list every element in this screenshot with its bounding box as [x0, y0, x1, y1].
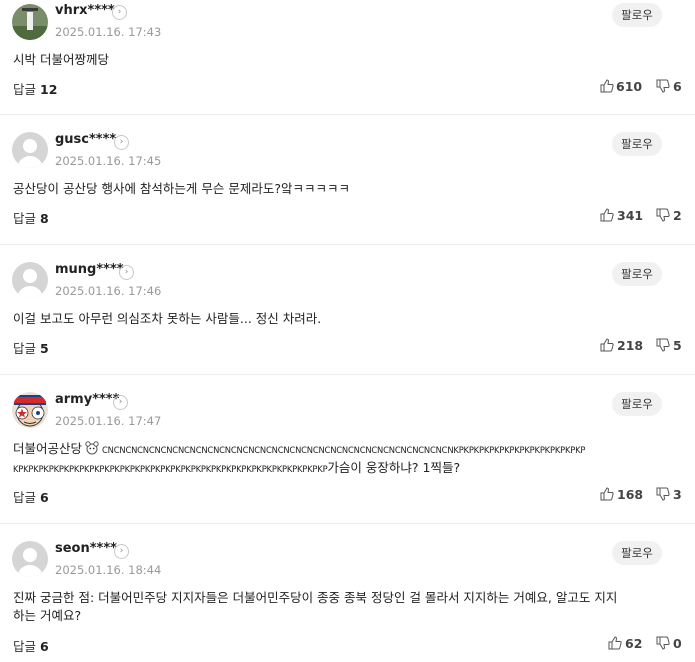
chevron-right-icon[interactable]: › — [112, 5, 127, 20]
dislike-count: 0 — [673, 636, 682, 651]
like-count: 610 — [616, 79, 643, 94]
comment-date: 2025.01.16. 17:45 — [55, 154, 162, 168]
chevron-right-icon[interactable]: › — [113, 395, 128, 410]
comment-text-part: KPKPKPKPKPKPKPKPKPKPKPKPKPKPKPKPKPKPKPKP… — [13, 464, 328, 474]
reply-button[interactable]: 답글 5 — [13, 338, 49, 357]
comment-text-line: 진짜 궁금한 점: 더불어민주당 지지자들은 더불어민주당이 종중 종북 정당인… — [13, 590, 618, 605]
comment-item: vhrx**** › 2025.01.16. 17:43 팔로우 시박 더불어짱… — [0, 0, 695, 115]
like-count: 341 — [617, 208, 644, 223]
reply-label: 답글 — [13, 490, 37, 505]
reply-label: 답글 — [13, 341, 37, 356]
avatar[interactable] — [12, 392, 48, 428]
nickname[interactable]: seon**** — [55, 541, 117, 556]
nickname[interactable]: mung**** — [55, 262, 124, 277]
reply-label: 답글 — [13, 82, 37, 97]
like-count: 62 — [625, 636, 643, 651]
creature-emoji-icon — [85, 441, 99, 455]
avatar[interactable] — [12, 4, 48, 40]
avatar[interactable] — [12, 262, 48, 298]
reply-count: 5 — [40, 341, 49, 356]
nickname[interactable]: gusc**** — [55, 132, 116, 147]
reply-button[interactable]: 답글 6 — [13, 487, 49, 506]
thumbs-up-icon — [600, 338, 614, 352]
like-count: 168 — [617, 487, 644, 502]
follow-button[interactable]: 팔로우 — [612, 132, 662, 156]
thumbs-up-icon — [600, 208, 614, 222]
reply-count: 12 — [40, 82, 58, 97]
comment-text: 이걸 보고도 아무런 의심조차 못하는 사람들... 정신 차려라. — [13, 311, 322, 326]
chevron-right-icon[interactable]: › — [119, 265, 134, 280]
comment-text-part: 더불어공산당 — [13, 441, 83, 456]
comment-item: army**** › 2025.01.16. 17:47 팔로우 더불어공산당 C… — [0, 374, 695, 524]
nickname[interactable]: army**** — [55, 392, 119, 407]
comment-text: 시박 더불어짱께당 — [13, 52, 109, 67]
comment-text: 진짜 궁금한 점: 더불어민주당 지지자들은 더불어민주당이 종중 종북 정당인… — [13, 589, 617, 625]
thumbs-up-icon — [600, 487, 614, 501]
comment-text: 공산당이 공산당 행사에 참석하는게 무슨 문제라도?앜ㅋㅋㅋㅋㅋ — [13, 181, 351, 196]
thumbs-up-icon — [600, 79, 614, 93]
avatar-flag-icon — [12, 392, 48, 428]
comment-text-line: 하는 거예요? — [13, 608, 82, 623]
thumbs-down-icon — [656, 208, 670, 222]
dislike-count: 3 — [673, 487, 682, 502]
reply-button[interactable]: 답글 12 — [13, 79, 57, 98]
reply-count: 6 — [40, 490, 49, 505]
nickname[interactable]: vhrx**** — [55, 3, 115, 18]
avatar[interactable] — [12, 541, 48, 577]
comment-item: gusc**** › 2025.01.16. 17:45 팔로우 공산당이 공산… — [0, 114, 695, 245]
reply-count: 6 — [40, 639, 49, 654]
comment-item: mung**** › 2025.01.16. 17:46 팔로우 이걸 보고도 … — [0, 244, 695, 375]
thumbs-down-icon — [656, 338, 670, 352]
avatar[interactable] — [12, 132, 48, 168]
thumbs-down-icon — [656, 487, 670, 501]
reply-label: 답글 — [13, 211, 37, 226]
follow-button[interactable]: 팔로우 — [612, 541, 662, 565]
avatar-photo-icon — [12, 4, 48, 40]
reply-count: 8 — [40, 211, 49, 226]
comment-date: 2025.01.16. 17:43 — [55, 25, 162, 39]
comment-date: 2025.01.16. 18:44 — [55, 563, 162, 577]
comment-text-part: 가슴이 웅장하냐? 1찍들? — [327, 460, 461, 475]
follow-button[interactable]: 팔로우 — [612, 3, 662, 27]
dislike-count: 6 — [673, 79, 682, 94]
like-count: 218 — [617, 338, 644, 353]
thumbs-down-icon — [656, 79, 670, 93]
dislike-count: 5 — [673, 338, 682, 353]
reply-button[interactable]: 답글 8 — [13, 208, 49, 227]
thumbs-down-icon — [656, 636, 670, 650]
comment-date: 2025.01.16. 17:47 — [55, 414, 162, 428]
comment-text-part: CNCNCNCNCNCNCNCNCNCNCNCNCNCNCNCNCNCNCNCN… — [102, 445, 586, 455]
reply-label: 답글 — [13, 639, 37, 654]
chevron-right-icon[interactable]: › — [114, 544, 129, 559]
dislike-count: 2 — [673, 208, 682, 223]
thumbs-up-icon — [608, 636, 622, 650]
follow-button[interactable]: 팔로우 — [612, 392, 662, 416]
chevron-right-icon[interactable]: › — [114, 135, 129, 150]
comment-date: 2025.01.16. 17:46 — [55, 284, 162, 298]
reply-button[interactable]: 답글 6 — [13, 636, 49, 655]
comment-item: seon**** › 2025.01.16. 18:44 팔로우 진짜 궁금한 … — [0, 523, 695, 662]
comment-text: 더불어공산당 CNCNCNCNCNCNCNCNCNCNCNCNCNCNCNCNCN… — [13, 440, 585, 478]
follow-button[interactable]: 팔로우 — [612, 262, 662, 286]
